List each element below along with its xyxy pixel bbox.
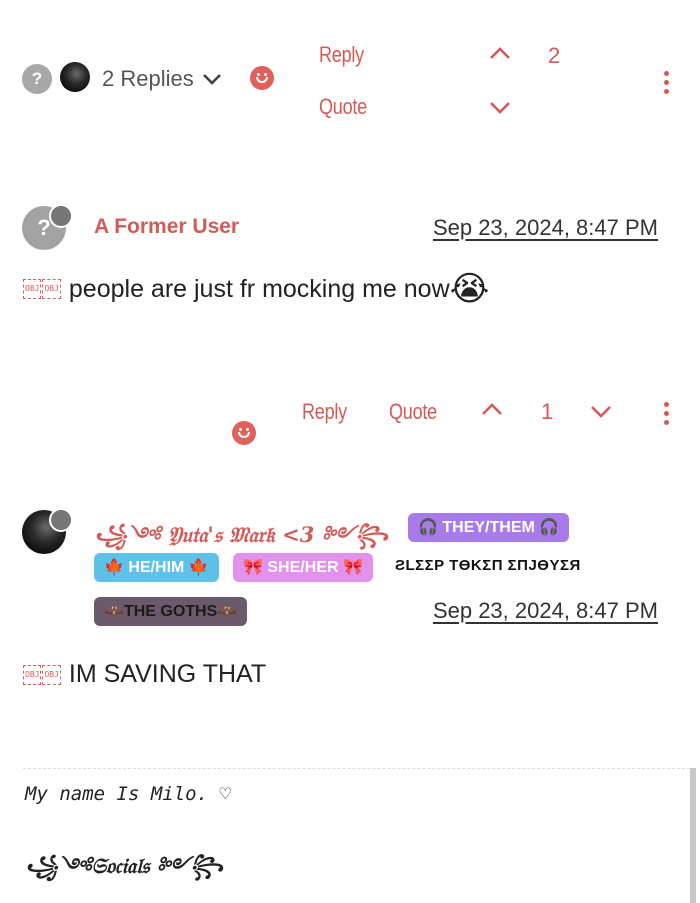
flair-sleep-token[interactable]: ƧLΣΣP TӨKΣП ΣПJӨYΣЯ — [395, 557, 581, 574]
post-content: OBJ OBJ IM SAVING THAT — [23, 660, 266, 689]
post-content: OBJ OBJ people are just fr mocking me no… — [23, 272, 489, 306]
author-name[interactable]: A Former User — [94, 215, 239, 239]
scrollbar[interactable] — [690, 768, 696, 903]
vote-count: 2 — [548, 43, 561, 68]
post-timestamp[interactable]: Sep 23, 2024, 8:47 PM — [433, 598, 658, 624]
reply-avatar-photo[interactable] — [60, 62, 90, 92]
chevron-down-icon — [202, 72, 222, 86]
signature-divider — [23, 768, 690, 769]
post-text: people are just fr mocking me now — [68, 274, 450, 303]
obj-placeholder: OBJ — [23, 664, 42, 685]
crying-emoji: 😭 — [449, 270, 490, 308]
reply-button[interactable]: Reply — [319, 42, 364, 68]
upvote-icon[interactable] — [489, 46, 511, 60]
replies-count-label: 2 Replies — [102, 66, 194, 91]
question-mark-glyph: ? — [31, 69, 43, 88]
pronoun-badge-they[interactable]: 🎧 THEY/THEM 🎧 — [408, 513, 570, 542]
reply-avatar-unknown[interactable]: ? — [22, 64, 52, 94]
pronoun-badge-she[interactable]: 🎀 SHE/HER 🎀 — [233, 553, 373, 582]
replies-toggle[interactable]: 2 Replies — [102, 66, 222, 92]
quote-button[interactable]: Quote — [319, 94, 367, 120]
obj-placeholder: OBJ — [42, 664, 61, 685]
reaction-smiley-icon[interactable] — [250, 66, 274, 90]
more-options-icon[interactable] — [664, 402, 669, 429]
reaction-smiley-icon[interactable] — [232, 421, 256, 445]
obj-placeholder: OBJ — [42, 279, 61, 299]
reply-button[interactable]: Reply — [302, 399, 347, 425]
status-dot — [49, 204, 73, 228]
pronoun-badge-he[interactable]: 🍁 HE/HIM 🍁 — [94, 553, 219, 582]
downvote-icon[interactable] — [590, 405, 612, 419]
quote-button[interactable]: Quote — [389, 399, 437, 425]
more-options-icon[interactable] — [664, 71, 669, 98]
upvote-icon[interactable] — [481, 402, 503, 416]
signature-line: My name Is Milo. ♡ — [25, 783, 231, 805]
post-text: IM SAVING THAT — [68, 660, 267, 688]
post-timestamp[interactable]: Sep 23, 2024, 8:47 PM — [433, 215, 658, 241]
group-badge-goths[interactable]: 🦇THE GOTHS🦇 — [94, 597, 248, 626]
status-dot — [49, 508, 73, 532]
downvote-icon[interactable] — [489, 101, 511, 115]
vote-count: 1 — [541, 399, 554, 424]
signature-socials: ꧁༺𝔖𝔬𝔠𝔦𝔞𝔩𝔰 ༻꧂ — [25, 853, 223, 878]
obj-placeholder: OBJ — [23, 279, 42, 299]
